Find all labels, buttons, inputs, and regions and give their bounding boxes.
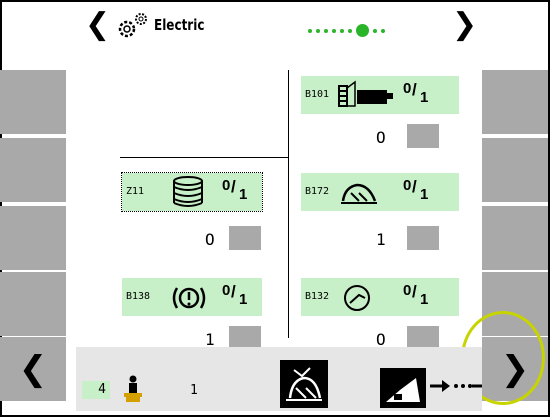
left-softkey-2[interactable] bbox=[0, 138, 66, 202]
seat-switch-icon bbox=[286, 367, 322, 401]
divider-vertical bbox=[288, 70, 289, 338]
header-next-button[interactable]: ❯ bbox=[452, 10, 477, 40]
right-softkey-1[interactable] bbox=[482, 70, 548, 134]
page-dot bbox=[340, 28, 344, 33]
right-softkey-2[interactable] bbox=[482, 138, 548, 202]
page-title: Electric bbox=[154, 16, 205, 34]
seat-sensor-icon bbox=[341, 183, 377, 204]
gear-count: 4 bbox=[82, 381, 110, 399]
right-softkey-3[interactable] bbox=[482, 206, 548, 270]
page-dot bbox=[332, 28, 336, 33]
component-state: 1 bbox=[376, 230, 386, 249]
nav-prev-button[interactable]: ❮ bbox=[0, 337, 66, 401]
warning-brake-icon bbox=[172, 287, 206, 309]
page-dot bbox=[324, 28, 328, 33]
component-id: B101 bbox=[305, 89, 330, 100]
component-state: O bbox=[376, 128, 386, 147]
page-dot bbox=[348, 28, 352, 33]
left-softkey-1[interactable] bbox=[0, 70, 66, 134]
left-softkey-4[interactable] bbox=[0, 272, 66, 336]
seat-switch-tile[interactable] bbox=[280, 360, 328, 408]
page-dot bbox=[308, 28, 312, 33]
seat-value: 1 bbox=[190, 383, 198, 398]
page-dot bbox=[316, 28, 320, 33]
attachment-tile[interactable] bbox=[380, 368, 426, 408]
component-id: B172 bbox=[305, 186, 330, 197]
component-id: B138 bbox=[126, 291, 151, 302]
gear-icon bbox=[118, 13, 147, 38]
page-dot bbox=[373, 28, 377, 33]
divider-horizontal bbox=[120, 157, 288, 158]
state-button[interactable] bbox=[407, 226, 439, 250]
component-b138[interactable]: B138 0 / 1 bbox=[122, 278, 262, 316]
component-b172[interactable]: B172 0 / 1 bbox=[301, 173, 459, 211]
battery-icon bbox=[338, 80, 393, 107]
component-id: Z11 bbox=[126, 186, 145, 197]
speed-sensor-icon bbox=[344, 285, 370, 311]
state-button[interactable] bbox=[407, 124, 439, 148]
page-dot-current bbox=[356, 24, 369, 37]
left-softkey-3[interactable] bbox=[0, 206, 66, 270]
page-dot bbox=[381, 28, 385, 33]
component-state: O bbox=[205, 230, 215, 249]
page-indicator bbox=[308, 24, 385, 37]
hitch-connection-icon bbox=[430, 380, 482, 392]
coil-icon bbox=[173, 176, 203, 207]
attachment-icon bbox=[386, 378, 420, 402]
component-id: B132 bbox=[305, 291, 330, 302]
state-button[interactable] bbox=[229, 226, 261, 250]
component-b132[interactable]: B132 0 / 1 bbox=[301, 278, 459, 316]
operator-seat-icon bbox=[124, 375, 142, 402]
header-prev-button[interactable]: ❮ bbox=[85, 10, 110, 40]
component-b101[interactable]: B101 0 / 1 bbox=[301, 76, 459, 114]
component-z11[interactable]: Z11 0 / 1 bbox=[121, 172, 263, 212]
